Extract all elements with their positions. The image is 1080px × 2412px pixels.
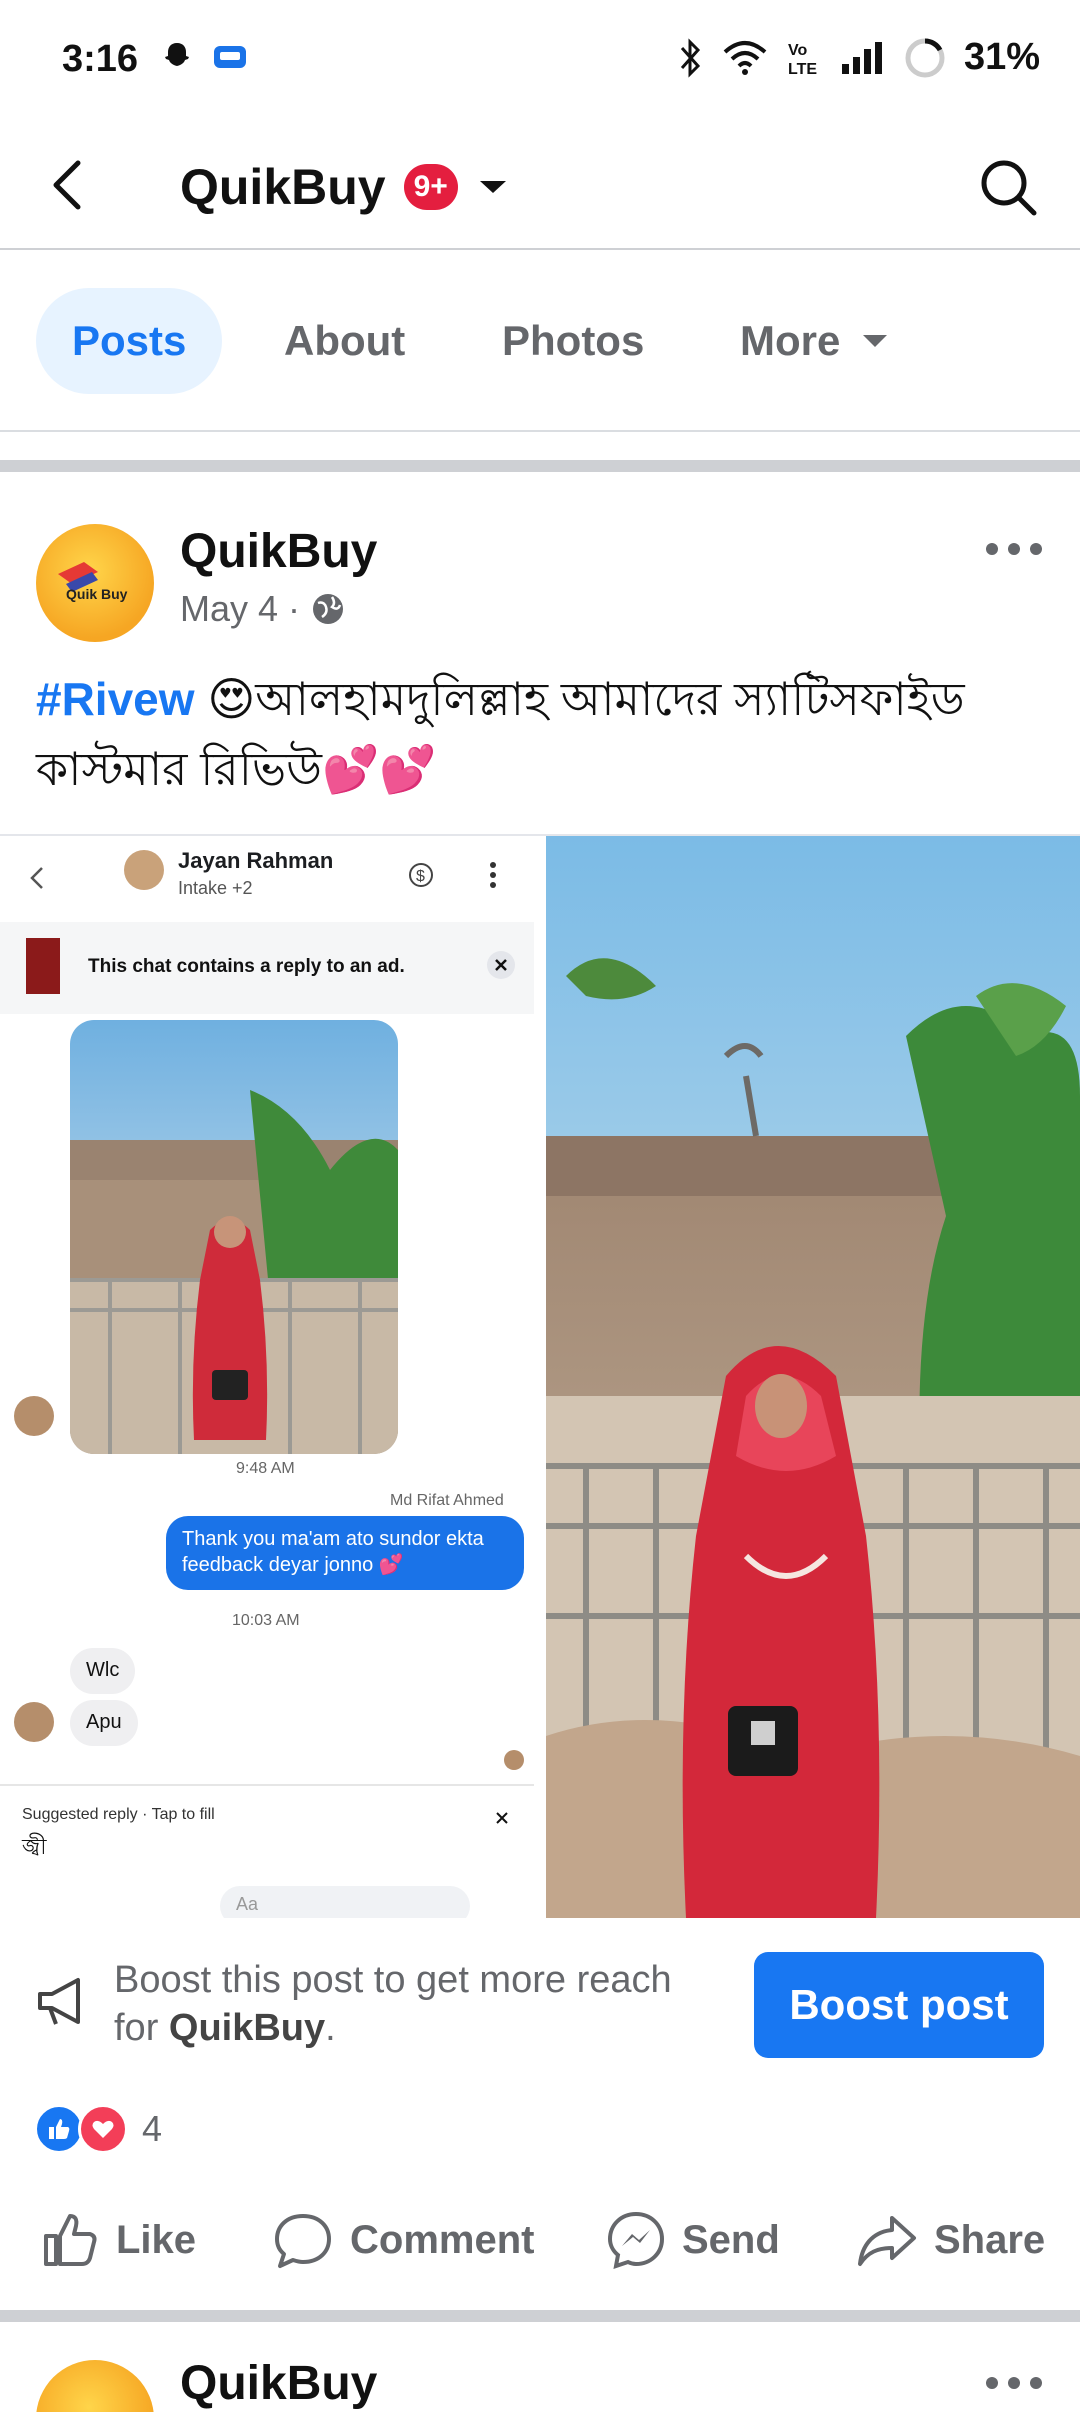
- ad-reply-banner: This chat contains a reply to an ad.: [0, 922, 534, 1014]
- message-input: Aa: [220, 1886, 470, 1918]
- page-avatar[interactable]: [36, 2360, 154, 2412]
- contact-avatar-small: [14, 1702, 54, 1742]
- post-author[interactable]: QuikBuy: [180, 524, 377, 579]
- tab-posts[interactable]: Posts: [36, 288, 223, 394]
- dollar-icon: $: [409, 863, 433, 887]
- more-options-icon[interactable]: [984, 534, 1044, 564]
- svg-text:Vo: Vo: [788, 42, 807, 59]
- post-author[interactable]: QuikBuy: [180, 2356, 377, 2411]
- tab-photos[interactable]: Photos: [502, 288, 644, 394]
- megaphone-icon: [38, 1978, 80, 2025]
- comment-button[interactable]: Comment: [272, 2184, 534, 2296]
- tab-about[interactable]: About: [284, 288, 405, 394]
- page-title: QuikBuy: [180, 159, 386, 215]
- post-meta: May 4 ·: [180, 588, 346, 630]
- chat-contact-name: Jayan Rahman: [178, 848, 334, 873]
- svg-text:LTE: LTE: [788, 61, 817, 78]
- next-post: QuikBuy: [0, 2338, 1080, 2412]
- page-tabs: Posts About Photos More: [0, 250, 1080, 432]
- post-media[interactable]: Jayan Rahman Intake +2 $ This chat conta…: [0, 834, 1080, 1918]
- boost-description: Boost this post to get more reach for Qu…: [114, 1959, 672, 2049]
- messenger-icon: [607, 2211, 665, 2269]
- reactions-summary[interactable]: 4: [34, 2104, 162, 2154]
- customer-photo-image[interactable]: [546, 836, 1080, 1918]
- back-arrow-icon[interactable]: [40, 155, 100, 215]
- search-icon[interactable]: [976, 155, 1040, 219]
- send-button[interactable]: Send: [606, 2184, 780, 2296]
- page-switcher[interactable]: QuikBuy 9+: [180, 158, 510, 216]
- chat-contact-avatar: [124, 850, 164, 890]
- contact-avatar-small: [14, 1396, 54, 1436]
- post-divider: [0, 2310, 1080, 2322]
- chat-screenshot-image[interactable]: Jayan Rahman Intake +2 $ This chat conta…: [0, 836, 544, 1918]
- boost-banner: Boost this post to get more reach for Qu…: [0, 1916, 1080, 2086]
- suggested-reply: Suggested reply · Tap to fill জ্বী Aa: [0, 1784, 534, 1918]
- status-time: 3:16: [62, 38, 139, 80]
- share-icon: [858, 2216, 916, 2266]
- boost-post-button[interactable]: Boost post: [754, 1952, 1044, 2058]
- chat-timestamp: 10:03 AM: [232, 1612, 300, 1629]
- tab-more[interactable]: More: [740, 288, 890, 394]
- battery-percent: 31%: [963, 36, 1040, 78]
- close-icon: [496, 1812, 508, 1824]
- customer-photo-thumb: [70, 1020, 398, 1454]
- hashtag-link[interactable]: #Rivew: [36, 673, 195, 725]
- post-date[interactable]: May 4: [180, 588, 278, 630]
- more-options-icon[interactable]: [984, 2368, 1044, 2398]
- chevron-down-icon: [479, 181, 506, 193]
- chat-contact-sub: Intake +2: [178, 878, 253, 898]
- like-reaction-icon: [34, 2104, 84, 2154]
- quikbuy-logo-icon: [58, 562, 98, 592]
- page-header: QuikBuy 9+: [0, 120, 1080, 250]
- chat-timestamp: 9:48 AM: [236, 1460, 295, 1477]
- wifi-icon: [723, 40, 767, 75]
- suggested-reply-label: Suggested reply · Tap to fill: [22, 1806, 215, 1823]
- page-avatar[interactable]: Quik Buy: [36, 524, 154, 642]
- status-bar: 3:16 Vo LTE 31%: [0, 0, 1080, 120]
- app-notification-icon: [214, 46, 246, 68]
- volte-icon: Vo LTE: [788, 42, 817, 78]
- globe-icon: [313, 594, 344, 624]
- chat-sender-name: Md Rifat Ahmed: [390, 1492, 504, 1509]
- chat-message-bubble: Wlc: [70, 1648, 136, 1694]
- suggested-reply-value: জ্বী: [22, 1834, 47, 1859]
- post-actions: Like Comment Send Share: [0, 2184, 1080, 2296]
- love-reaction-icon: [78, 2104, 128, 2154]
- notification-badge: 9+: [403, 164, 458, 210]
- chevron-down-icon: [863, 335, 888, 347]
- ad-notice: This chat contains a reply to an ad.: [88, 956, 405, 977]
- avatar-logo-text: Quik Buy: [66, 586, 128, 602]
- share-button[interactable]: Share: [856, 2184, 1045, 2296]
- like-button[interactable]: Like: [40, 2184, 196, 2296]
- reaction-count: 4: [142, 2108, 163, 2149]
- chat-menu-icon: [490, 862, 496, 888]
- comment-icon: [275, 2214, 331, 2268]
- close-icon: [487, 951, 515, 979]
- chat-message-bubble: Apu: [70, 1700, 138, 1746]
- post-body: #Rivew 😍আলহামদুলিল্লাহ আমাদের স্যাটিসফাই…: [36, 664, 1046, 804]
- bluetooth-icon: [680, 37, 700, 78]
- chat-reply-bubble: Thank you ma'am ato sundor ekta feedback…: [166, 1516, 524, 1590]
- section-divider: [0, 432, 1080, 472]
- snapchat-icon: [165, 43, 189, 66]
- svg-text:$: $: [416, 868, 425, 885]
- ad-thumbnail: [26, 938, 60, 994]
- thumbs-up-icon: [44, 2214, 97, 2266]
- signal-icon: [841, 41, 882, 74]
- chat-back-icon: [30, 867, 43, 889]
- seen-avatar: [504, 1750, 524, 1770]
- battery-icon: [905, 38, 945, 77]
